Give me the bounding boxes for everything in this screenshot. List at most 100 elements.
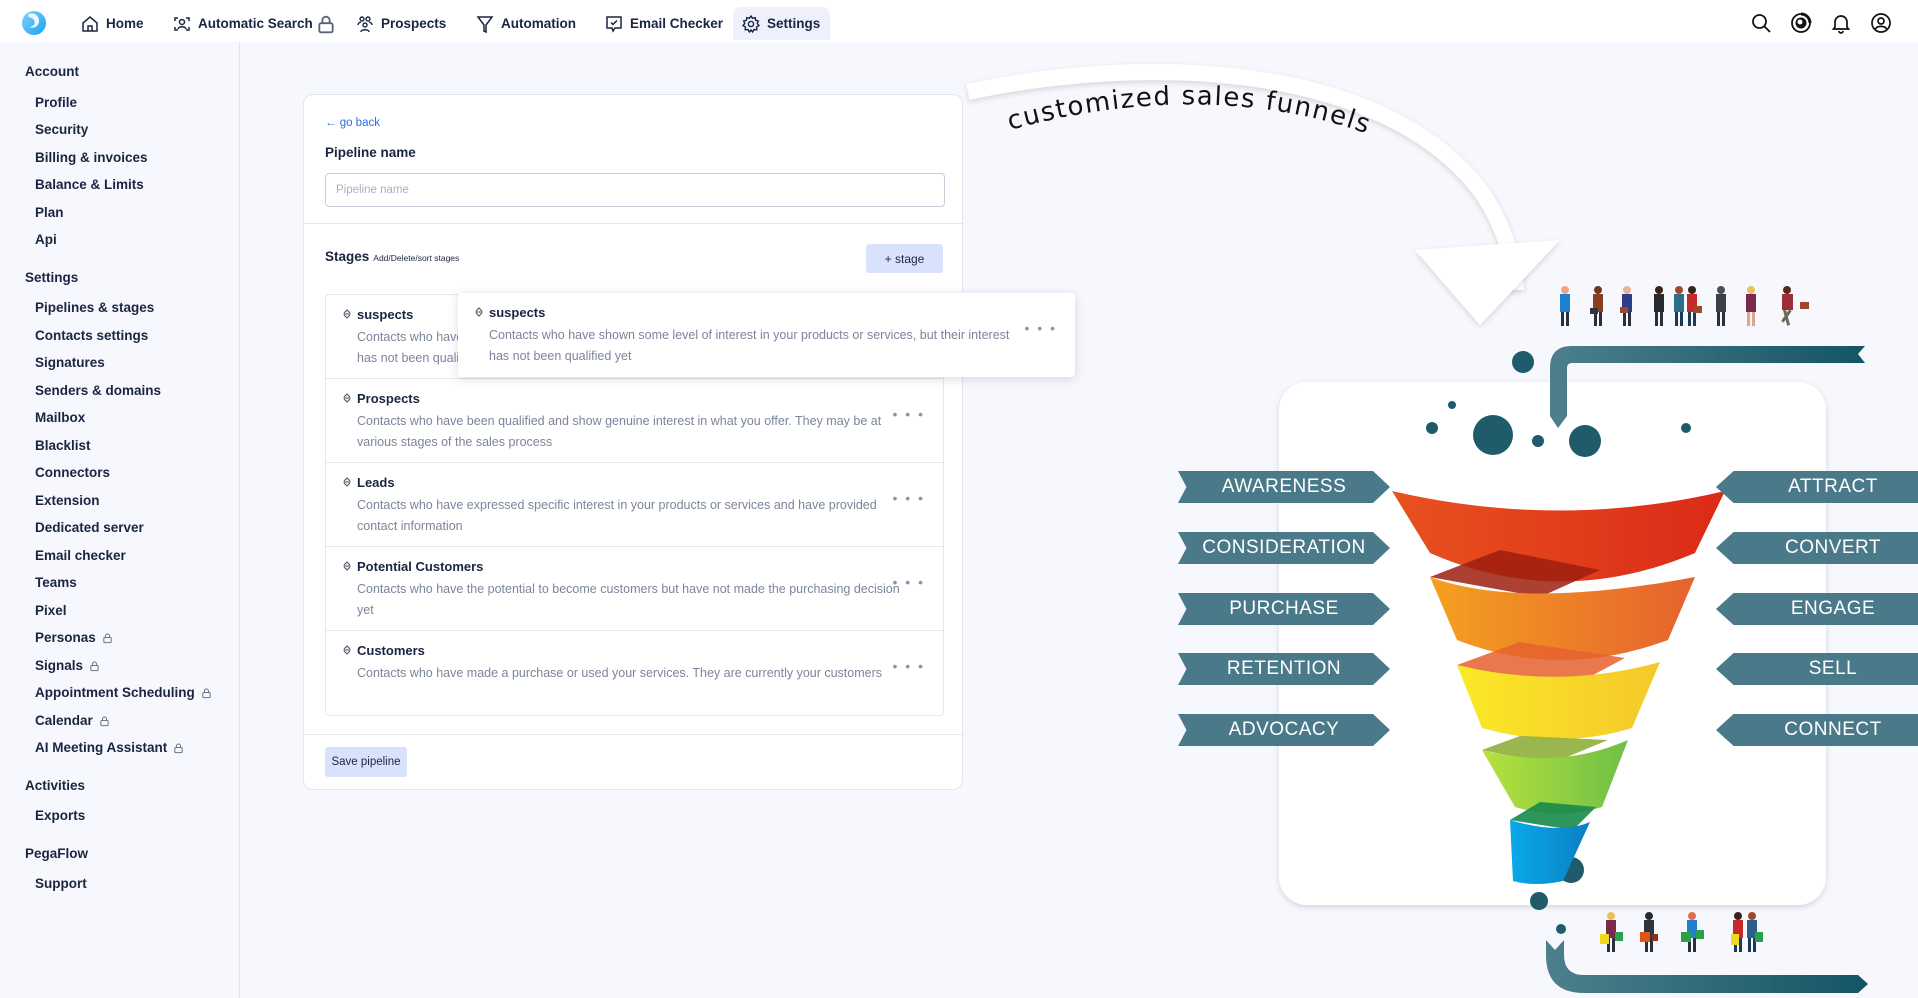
nav-automation[interactable]: Automation <box>467 7 584 40</box>
stages-subtitle: Add/Delete/sort stages <box>373 253 460 263</box>
sidebar-item-pixel[interactable]: Pixel <box>35 603 67 618</box>
sidebar-item-exports[interactable]: Exports <box>35 808 85 823</box>
go-back-link[interactable]: ← go back <box>325 117 380 129</box>
sidebar-item-security[interactable]: Security <box>35 122 88 137</box>
more-options-icon[interactable]: • • • <box>893 491 925 505</box>
sidebar-item-extension[interactable]: Extension <box>35 493 100 508</box>
funnel-label-right: SELL <box>1716 653 1918 685</box>
lock-icon <box>90 660 99 671</box>
pipeline-name-label: Pipeline name <box>325 145 416 160</box>
funnel-label-right: CONVERT <box>1716 532 1918 564</box>
sidebar-item-label: Blacklist <box>35 438 91 453</box>
chrome-extension-icon[interactable] <box>1790 12 1812 34</box>
more-options-icon[interactable]: • • • <box>893 575 925 589</box>
lock-icon <box>100 715 109 726</box>
gear-icon <box>741 14 761 33</box>
sidebar-item-label: Security <box>35 122 89 137</box>
pipeline-name-input[interactable] <box>325 173 945 207</box>
stage-name: suspects <box>489 305 546 320</box>
stage-description: Contacts who have the potential to becom… <box>357 582 900 617</box>
sidebar-item-label: Senders & domains <box>35 383 162 398</box>
lock-icon <box>318 15 334 33</box>
stage-name: Potential Customers <box>357 559 484 574</box>
settings-sidebar: Account Profile Security Billing & invoi… <box>0 42 240 998</box>
users-icon <box>357 15 373 32</box>
stages-title: Stages <box>325 249 370 264</box>
home-icon <box>82 15 98 32</box>
funnel-graphic: customized sales funnels <box>966 64 1868 993</box>
sidebar-item-signals[interactable]: Signals <box>35 658 100 673</box>
sidebar-item-email-checker[interactable]: Email checker <box>35 548 126 563</box>
sort-handle-icon[interactable] <box>342 308 352 320</box>
sort-handle-icon[interactable] <box>474 306 484 318</box>
sidebar-item-label: Support <box>35 876 87 891</box>
stage-row[interactable]: Potential Customers Contacts who have th… <box>326 547 943 631</box>
search-icon[interactable] <box>1750 12 1772 34</box>
sidebar-item-mailbox[interactable]: Mailbox <box>35 410 85 425</box>
more-options-icon[interactable]: • • • <box>893 407 925 421</box>
sidebar-item-ai-meeting-assistant[interactable]: AI Meeting Assistant <box>35 740 184 755</box>
sort-handle-icon[interactable] <box>342 560 352 572</box>
sidebar-item-profile[interactable]: Profile <box>35 95 77 110</box>
pipeline-editor-card: ← go back Pipeline name Stages Add/Delet… <box>303 94 963 790</box>
bell-icon[interactable] <box>1830 12 1852 34</box>
stage-row[interactable]: Customers Contacts who have made a purch… <box>326 631 943 715</box>
sort-handle-icon[interactable] <box>342 644 352 656</box>
funnel-label-right: ENGAGE <box>1716 593 1918 625</box>
sidebar-item-blacklist[interactable]: Blacklist <box>35 438 91 453</box>
stage-row[interactable]: Prospects Contacts who have been qualifi… <box>326 379 943 463</box>
sidebar-item-dedicated-server[interactable]: Dedicated server <box>35 520 144 535</box>
sidebar-item-balance-limits[interactable]: Balance & Limits <box>35 177 144 192</box>
nav-settings-label: Settings <box>767 16 821 31</box>
sidebar-item-teams[interactable]: Teams <box>35 575 77 590</box>
nav-automatic-search[interactable]: Automatic Search <box>164 7 344 40</box>
add-stage-button[interactable]: + stage <box>866 244 943 273</box>
nav-prospects[interactable]: Prospects <box>347 7 454 40</box>
sidebar-item-api[interactable]: Api <box>35 232 57 247</box>
sidebar-item-signatures[interactable]: Signatures <box>35 355 105 370</box>
app-logo[interactable] <box>20 8 48 36</box>
more-options-icon[interactable]: • • • <box>893 659 925 673</box>
sidebar-item-label: Mailbox <box>35 410 86 425</box>
nav-automatic-search-label: Automatic Search <box>198 16 313 31</box>
sidebar-section-pegaflow: PegaFlow <box>25 846 89 861</box>
save-pipeline-button[interactable]: Save pipeline <box>325 747 407 777</box>
sidebar-item-contacts-settings[interactable]: Contacts settings <box>35 328 148 343</box>
sort-handle-icon[interactable] <box>342 392 352 404</box>
sidebar-item-label: Email checker <box>35 548 126 563</box>
sort-handle-icon[interactable] <box>342 476 352 488</box>
sidebar-item-plan[interactable]: Plan <box>35 205 64 220</box>
sidebar-item-label: Extension <box>35 493 100 508</box>
funnel-label-left: ADVOCACY <box>1178 714 1390 746</box>
stage-name: Prospects <box>357 391 420 406</box>
sidebar-item-label: Pipelines & stages <box>35 300 155 315</box>
sidebar-item-label: Pixel <box>35 603 67 618</box>
sidebar-item-appointment-scheduling[interactable]: Appointment Scheduling <box>35 685 212 700</box>
sidebar-item-label: Plan <box>35 205 64 220</box>
sidebar-item-support[interactable]: Support <box>35 876 87 891</box>
funnel-label-left: PURCHASE <box>1178 593 1390 625</box>
sidebar-item-billing[interactable]: Billing & invoices <box>35 150 148 165</box>
sidebar-section-settings: Settings <box>25 270 79 285</box>
lock-icon <box>103 632 112 643</box>
nav-email-checker[interactable]: Email Checker <box>596 7 731 40</box>
sidebar-item-label: Balance & Limits <box>35 177 144 192</box>
sidebar-item-calendar[interactable]: Calendar <box>35 713 110 728</box>
nav-home[interactable]: Home <box>72 7 152 40</box>
bottom-conveyor <box>1546 940 1868 993</box>
sidebar-item-label: Exports <box>35 808 86 823</box>
sidebar-item-connectors[interactable]: Connectors <box>35 465 110 480</box>
nav-home-label: Home <box>106 16 144 31</box>
sidebar-item-label: Teams <box>35 575 77 590</box>
stage-row[interactable]: Leads Contacts who have expressed specif… <box>326 463 943 547</box>
nav-prospects-label: Prospects <box>381 16 447 31</box>
arrow-head <box>1415 240 1560 325</box>
nav-settings[interactable]: Settings <box>733 7 830 40</box>
sidebar-section-activities: Activities <box>25 778 86 793</box>
sidebar-item-senders-domains[interactable]: Senders & domains <box>35 383 161 398</box>
lock-icon <box>174 742 183 753</box>
user-circle-icon[interactable] <box>1870 12 1892 34</box>
sidebar-item-label: AI Meeting Assistant <box>35 740 168 755</box>
sidebar-item-personas[interactable]: Personas <box>35 630 113 645</box>
sidebar-item-pipelines-stages[interactable]: Pipelines & stages <box>35 300 154 315</box>
